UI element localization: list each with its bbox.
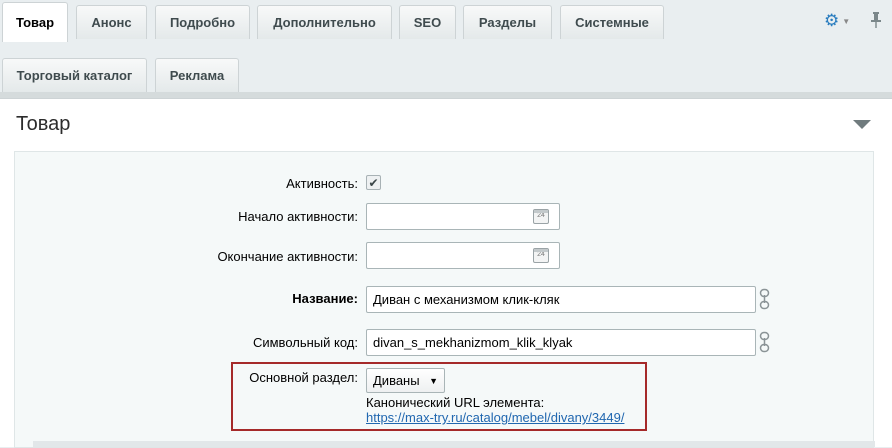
code-label: Символьный код: bbox=[252, 335, 358, 350]
name-input[interactable]: Диван с механизмом клик-кляк bbox=[366, 286, 756, 313]
active-label: Активность: bbox=[286, 176, 358, 191]
tab-dopolnitelno[interactable]: Дополнительно bbox=[257, 5, 392, 39]
canonical-url-label: Канонический URL элемента: bbox=[366, 395, 545, 410]
main-section-value: Диваны bbox=[373, 373, 420, 388]
gear-icon: ⚙ bbox=[824, 11, 840, 30]
main-section-select[interactable]: Диваны ▼ bbox=[366, 368, 445, 393]
tab-seo[interactable]: SEO bbox=[399, 5, 456, 39]
tab-tovar[interactable]: Товар bbox=[2, 2, 68, 42]
collapse-arrow-icon[interactable] bbox=[853, 120, 871, 129]
tab-anons[interactable]: Анонс bbox=[76, 5, 147, 39]
code-input[interactable]: divan_s_mekhanizmom_klik_klyak bbox=[366, 329, 756, 356]
calendar-icon[interactable]: 24 bbox=[533, 209, 549, 224]
start-date-label: Начало активности: bbox=[238, 209, 358, 224]
start-date-input[interactable] bbox=[366, 203, 560, 230]
tab-sistemnye[interactable]: Системные bbox=[560, 5, 664, 39]
tab-podrobno[interactable]: Подробно bbox=[155, 5, 250, 39]
checkmark-icon: ✔ bbox=[368, 175, 379, 190]
settings-button[interactable]: ⚙ ▼ bbox=[824, 11, 852, 31]
active-checkbox[interactable]: ✔ bbox=[366, 175, 381, 190]
calendar-icon[interactable]: 24 bbox=[533, 248, 549, 263]
panel-footer-strip bbox=[33, 441, 875, 447]
link-chain-icon[interactable] bbox=[759, 331, 770, 353]
tab-razdely[interactable]: Разделы bbox=[463, 5, 552, 39]
pin-icon[interactable] bbox=[868, 11, 884, 31]
chevron-down-icon: ▼ bbox=[842, 16, 851, 26]
end-date-label: Окончание активности: bbox=[217, 249, 358, 264]
link-chain-icon[interactable] bbox=[759, 288, 770, 310]
name-label: Название: bbox=[292, 291, 358, 306]
dropdown-arrow-icon: ▼ bbox=[429, 375, 438, 386]
tab-reklama[interactable]: Реклама bbox=[155, 58, 239, 92]
canonical-url-link[interactable]: https://max-try.ru/catalog/mebel/divany/… bbox=[366, 410, 624, 425]
tab-bar: Товар Анонс Подробно Дополнительно SEO Р… bbox=[0, 0, 892, 100]
main-section-label: Основной раздел: bbox=[249, 370, 358, 385]
end-date-input[interactable] bbox=[366, 242, 560, 269]
tab-torgovyi-katalog[interactable]: Торговый каталог bbox=[2, 58, 147, 92]
section-title: Товар bbox=[16, 113, 71, 135]
